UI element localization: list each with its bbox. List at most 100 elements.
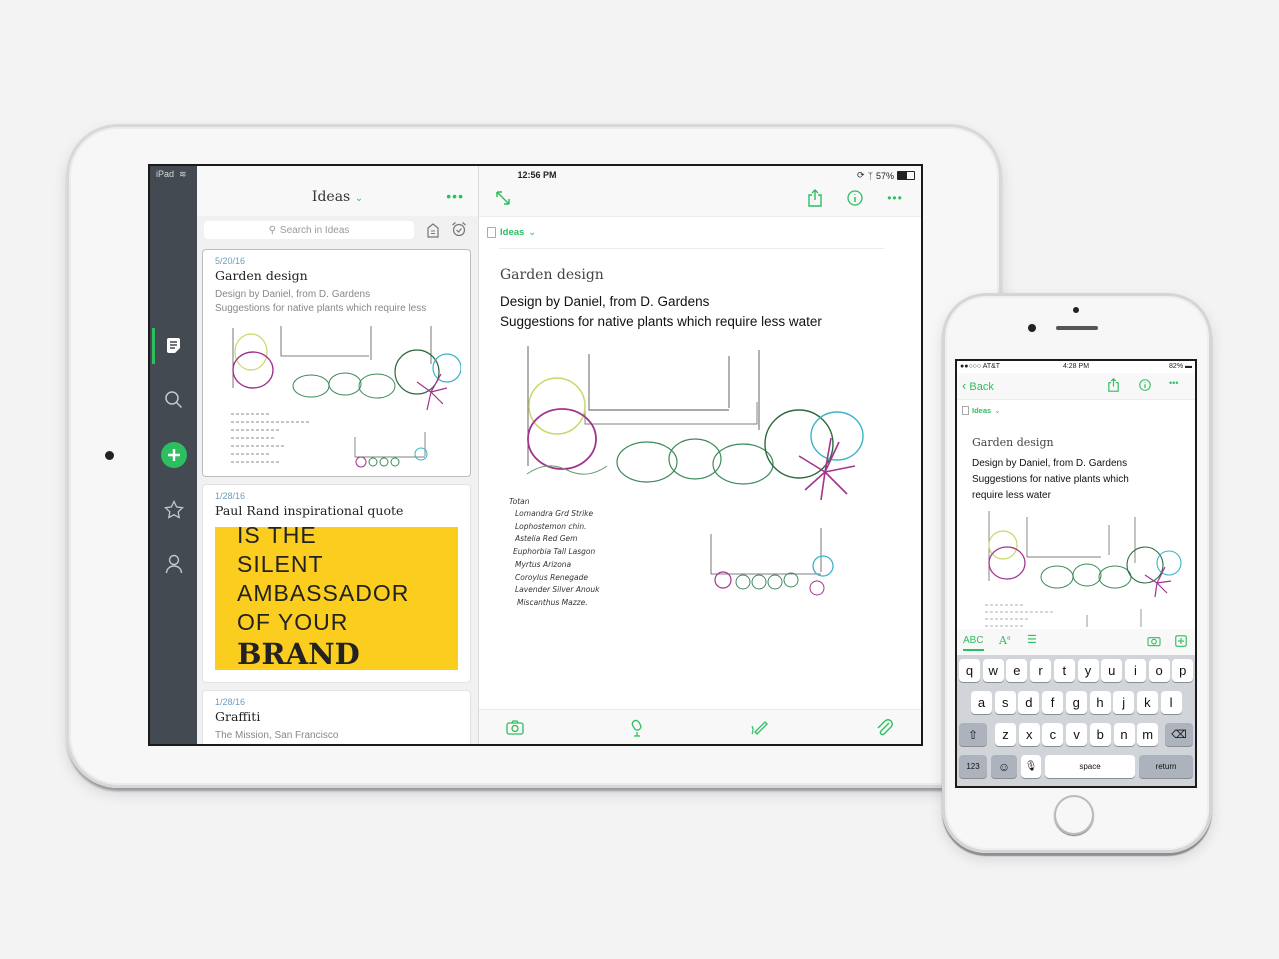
info-button[interactable] (845, 188, 865, 208)
plant-label: Lavender Silver Anouk (515, 585, 600, 594)
note-title: Paul Rand inspirational quote (215, 503, 404, 518)
battery-status: ⟳ ᛉ 57% (857, 170, 915, 181)
sidebar-item-search[interactable] (150, 384, 197, 416)
camera-icon[interactable] (505, 718, 525, 738)
key-x[interactable]: x (1018, 723, 1040, 746)
key-l[interactable]: l (1160, 691, 1182, 714)
tag-filter-button[interactable] (426, 222, 440, 243)
note-date: 5/20/16 (215, 256, 246, 266)
ipad-camera (105, 451, 114, 460)
garden-sketch-image (985, 511, 1182, 627)
microphone-icon[interactable] (627, 718, 647, 738)
key-v[interactable]: v (1066, 723, 1088, 746)
notebook-title[interactable]: Ideas ⌄ (197, 189, 478, 205)
key-q[interactable]: q (959, 659, 980, 682)
expand-button[interactable] (493, 188, 513, 208)
note-title[interactable]: Garden design (500, 267, 604, 283)
key-s[interactable]: s (994, 691, 1016, 714)
chevron-down-icon: ⌄ (994, 406, 1001, 415)
note-snippet: The Mission, San Francisco (215, 730, 339, 741)
dictation-key[interactable]: 🎙 (1021, 755, 1041, 778)
notebook-selector[interactable]: Ideas ⌄ (487, 227, 536, 238)
key-g[interactable]: g (1065, 691, 1087, 714)
star-icon (163, 500, 184, 519)
note-body[interactable]: Design by Daniel, from D. Gardens Sugges… (972, 456, 1129, 504)
plant-label: Myrtus Arizona (515, 560, 572, 569)
user-icon (165, 554, 182, 574)
home-button[interactable] (1054, 795, 1094, 835)
info-icon (847, 190, 863, 206)
key-y[interactable]: y (1077, 659, 1099, 682)
new-note-button[interactable] (150, 439, 197, 471)
list-icon[interactable]: ☰ (1027, 633, 1037, 646)
note-item-paul-rand-quote[interactable]: 1/28/16 Paul Rand inspirational quote IS… (203, 485, 470, 682)
quote-image: IS THE SILENT AMBASSADOR OF YOUR BRAND (215, 527, 458, 670)
key-d[interactable]: d (1018, 691, 1040, 714)
share-icon (808, 189, 822, 207)
keyboard-mode-tab[interactable]: ABC (963, 635, 984, 651)
note-title: Garden design (215, 268, 308, 283)
key-b[interactable]: b (1089, 723, 1111, 746)
key-i[interactable]: i (1124, 659, 1146, 682)
note-title[interactable]: Garden design (972, 436, 1054, 449)
attachment-icon[interactable] (874, 718, 894, 738)
sketch-icon[interactable] (750, 718, 770, 738)
plant-label: Miscanthus Mazze. (517, 598, 588, 607)
garden-sketch-image: Totan Lomandra Grd Strike Lophostemon ch… (509, 346, 864, 607)
battery-status: 82% ▬ (1169, 363, 1192, 370)
alarm-clock-icon (452, 222, 466, 237)
note-item-graffiti[interactable]: 1/28/16 Graffiti The Mission, San Franci… (203, 691, 470, 744)
key-a[interactable]: a (971, 691, 992, 714)
camera-icon[interactable] (1147, 635, 1161, 647)
share-icon[interactable] (1107, 378, 1120, 392)
key-o[interactable]: o (1148, 659, 1170, 682)
plant-label: Coroylus Renegade (515, 573, 588, 582)
plant-labels: Totan Lomandra Grd Strike Lophostemon ch… (509, 497, 600, 607)
info-icon[interactable] (1139, 379, 1151, 391)
text-format-icon[interactable]: Aa (999, 634, 1011, 647)
sidebar-item-shortcuts[interactable] (150, 494, 197, 526)
more-options-button[interactable]: ••• (446, 188, 464, 204)
delete-key[interactable]: ⌫ (1165, 723, 1193, 746)
key-h[interactable]: h (1089, 691, 1111, 714)
shift-icon: ⇧ (967, 727, 979, 742)
key-f[interactable]: f (1042, 691, 1064, 714)
key-c[interactable]: c (1042, 723, 1064, 746)
plant-label: Astelia Red Gem (514, 534, 577, 543)
return-key[interactable]: return (1139, 755, 1193, 778)
key-j[interactable]: j (1113, 691, 1135, 714)
shift-key[interactable]: ⇧ (959, 723, 987, 746)
key-m[interactable]: m (1137, 723, 1159, 746)
insert-icon[interactable] (1175, 635, 1187, 647)
garden-sketch-thumbnail (231, 326, 461, 468)
key-n[interactable]: n (1113, 723, 1135, 746)
key-w[interactable]: w (982, 659, 1004, 682)
iphone-speaker (1056, 326, 1098, 330)
numbers-key[interactable]: 123 (959, 755, 987, 778)
notebook-selector[interactable]: Ideas ⌄ (962, 406, 1000, 415)
key-k[interactable]: k (1136, 691, 1158, 714)
note-body-line: Design by Daniel, from D. Gardens (500, 294, 710, 309)
note-snippet: Suggestions for native plants which requ… (215, 303, 427, 314)
back-button[interactable]: ‹ Back (962, 378, 994, 393)
key-z[interactable]: z (995, 723, 1016, 746)
clock: 12:56 PM (517, 170, 557, 180)
more-options-button[interactable]: ••• (1169, 378, 1178, 388)
key-t[interactable]: t (1053, 659, 1075, 682)
space-key[interactable]: space (1045, 755, 1135, 778)
search-input[interactable]: ⚲ Search in Ideas (204, 221, 414, 239)
key-u[interactable]: u (1101, 659, 1123, 682)
more-options-button[interactable]: ••• (883, 188, 907, 208)
key-e[interactable]: e (1006, 659, 1028, 682)
notebook-name: Ideas (972, 406, 992, 415)
note-body[interactable]: Design by Daniel, from D. Gardens Sugges… (500, 292, 822, 332)
share-button[interactable] (805, 188, 825, 208)
reminders-button[interactable] (451, 221, 467, 242)
sidebar-item-account[interactable] (150, 548, 197, 580)
key-p[interactable]: p (1172, 659, 1194, 682)
key-r[interactable]: r (1030, 659, 1052, 682)
iphone-sensor (1073, 307, 1079, 313)
emoji-key[interactable]: ☺ (991, 755, 1017, 778)
sidebar-item-notes[interactable] (150, 330, 197, 362)
note-item-garden-design[interactable]: 5/20/16 Garden design Design by Daniel, … (203, 250, 470, 476)
